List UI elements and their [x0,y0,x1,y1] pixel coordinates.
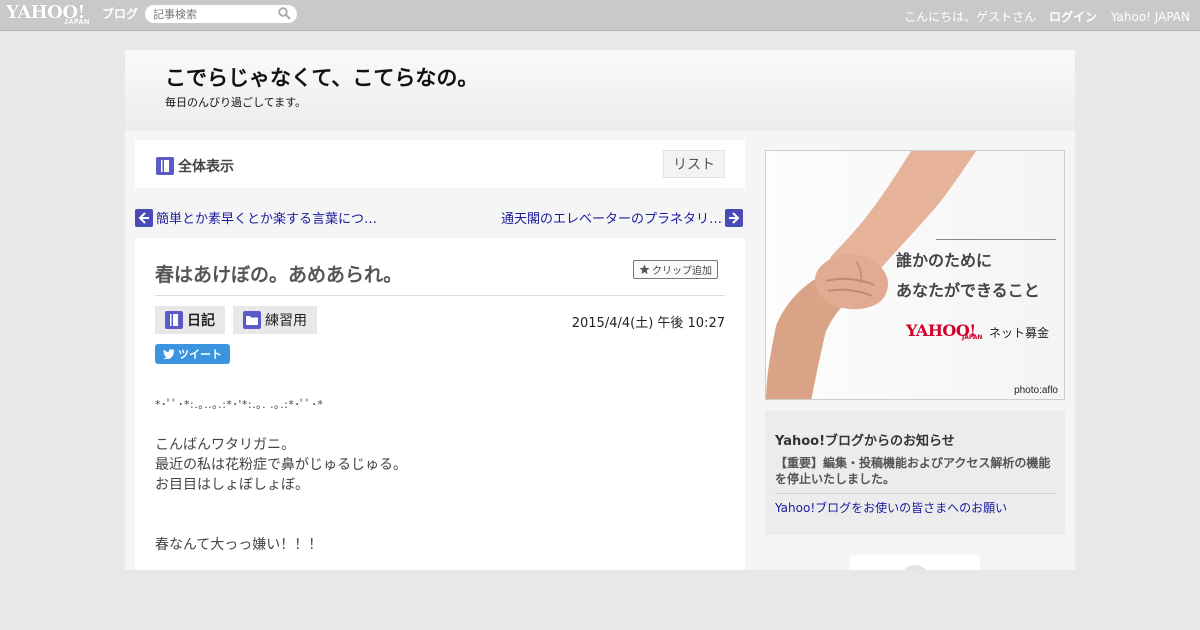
ad-divider [936,239,1056,240]
logo-blog-text: ブログ [102,7,139,21]
notice-divider [775,493,1055,494]
ad-copy-line1: 誰かのために [896,251,993,270]
body-line [155,415,407,435]
greeting-text: こんにちは、ゲストさん [904,10,1037,24]
logo-japan-text: JAPAN [64,19,90,26]
search-input[interactable] [153,7,273,21]
body-line: こんばんワタリガニ。 [155,437,295,453]
add-clip-label: クリップ追加 [652,266,712,277]
body-line [155,495,407,515]
view-all-label: 全体表示 [178,159,234,175]
article-body: *･ﾟﾟ･*:.｡..｡.:*･'*:.｡. .｡.:*･ﾟﾟ･* こんばんワタ… [155,395,407,555]
body-line: 春なんて大っっ嫌い！！！ [155,537,323,553]
donation-ad-banner[interactable]: 誰かのために あなたができること YAHOO! JAPAN ネット募金 phot… [765,150,1065,400]
blog-subtitle: 毎日のんびり過ごしてます。 [165,96,307,109]
tweet-button[interactable]: ツイート [155,344,230,364]
star-icon [639,264,650,274]
body-line: お目目はしょぼしょぼ。 [155,477,309,493]
handshake-image [766,151,976,399]
arrow-left-icon [135,208,153,227]
login-link[interactable]: ログイン [1049,10,1097,24]
blog-page: こでらじゃなくて、こてらなの。 毎日のんびり過ごしてます。 全体表示 リスト 簡… [125,50,1075,595]
next-article-link[interactable]: 通天閣のエレベーターのプラネタリ… [501,208,743,227]
add-clip-button[interactable]: クリップ追加 [633,260,718,279]
body-line: *･ﾟﾟ･*:.｡..｡.:*･'*:.｡. .｡.:*･ﾟﾟ･* [155,398,324,411]
notice-item-link[interactable]: 【重要】編集・投稿機能およびアクセス解析の機能を停止いたしました。 [775,455,1057,487]
list-button[interactable]: リスト [663,150,725,178]
article-nav-bar: 全体表示 リスト [135,140,745,188]
article-title: 春はあけぼの。あめあられ。 [155,264,403,286]
prev-next-nav: 簡単とか素早くとか楽する言葉につ… 通天閣のエレベーターのプラネタリ… [135,208,745,230]
blog-title[interactable]: こでらじゃなくて、こてらなの。 [165,62,478,92]
next-article-title: 通天閣のエレベーターのプラネタリ… [500,212,722,227]
twitter-bird-icon [163,349,175,359]
yahoo-japan-link[interactable]: Yahoo! JAPAN [1111,10,1190,24]
folder-icon [243,311,261,329]
article: 春はあけぼの。あめあられ。 クリップ追加 日記 練習用 2015/4/4(土) … [135,238,745,570]
folder-practice-label: 練習用 [265,313,307,329]
body-line: 最近の私は花粉症で鼻がじゅるじゅる。 [155,457,407,473]
ad-logo-japan: JAPAN [962,334,983,341]
book-icon [165,311,183,329]
article-search [145,5,297,23]
folder-practice-tag[interactable]: 練習用 [233,306,317,334]
book-icon [156,157,174,175]
search-icon[interactable] [278,7,291,20]
arrow-right-icon [725,208,743,227]
global-header: YAHOO! JAPAN ブログ こんにちは、ゲストさん ログイン Yahoo!… [0,0,1200,31]
prev-article-title: 簡単とか素早くとか楽する言葉につ… [156,212,378,227]
page-bottom-band [0,570,1200,630]
notice-item-link[interactable]: Yahoo!ブログをお使いの皆さまへのお願い [775,499,1007,516]
tweet-label: ツイート [178,348,222,361]
view-all-link[interactable]: 全体表示 [156,156,234,176]
category-diary-label: 日記 [187,313,215,329]
ad-photo-credit: photo:aflo [1014,385,1058,396]
yahoo-blog-logo[interactable]: YAHOO! JAPAN ブログ [6,3,138,27]
prev-article-link[interactable]: 簡単とか素早くとか楽する言葉につ… [135,208,377,227]
article-date: 2015/4/4(土) 午後 10:27 [571,316,725,331]
blog-notice-box: Yahoo!ブログからのお知らせ 【重要】編集・投稿機能およびアクセス解析の機能… [765,410,1065,535]
title-divider [155,295,725,296]
user-menu: こんにちは、ゲストさん ログイン Yahoo! JAPAN [904,8,1190,25]
notice-title: Yahoo!ブログからのお知らせ [775,434,955,449]
ad-service-name: ネット募金 [989,326,1050,340]
category-diary-tag[interactable]: 日記 [155,306,225,334]
ad-copy-line2: あなたができること [896,281,1040,300]
blog-header: こでらじゃなくて、こてらなの。 毎日のんびり過ごしてます。 [125,50,1075,130]
body-line [155,515,407,535]
